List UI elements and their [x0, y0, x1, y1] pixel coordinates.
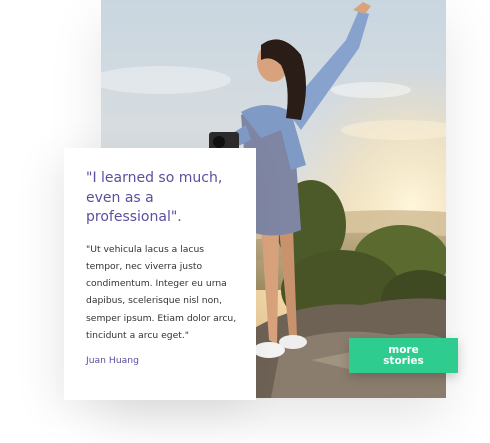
more-stories-button[interactable]: more stories [349, 338, 458, 373]
testimonial-body: "Ut vehicula lacus a lacus tempor, nec v… [86, 243, 237, 341]
testimonial-headline: "I learned so much, even as a profession… [86, 170, 223, 225]
testimonial-card: "I learned so much, even as a profession… [64, 148, 256, 400]
testimonial-author: Juan Huang [86, 355, 139, 367]
